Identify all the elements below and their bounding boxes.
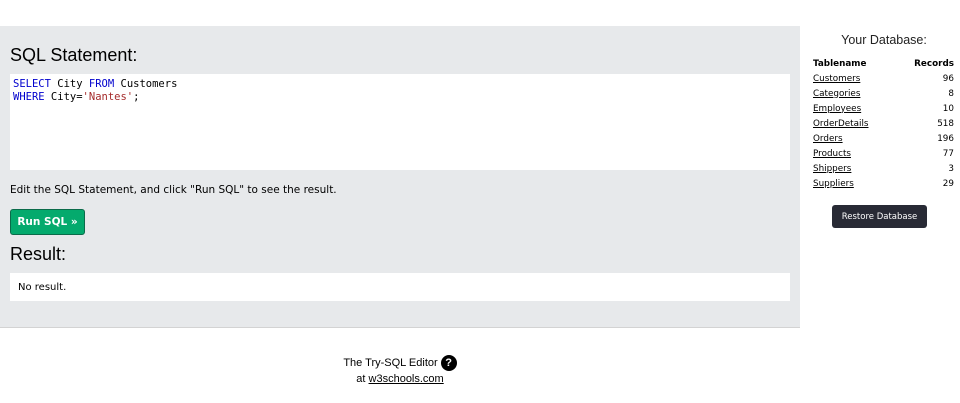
result-box: No result.: [10, 273, 790, 301]
table-row: Categories 8: [813, 86, 954, 101]
record-count: 96: [942, 73, 954, 84]
record-count: 196: [937, 133, 954, 144]
table-link-employees[interactable]: Employees: [813, 104, 861, 114]
footer-line: at w3schools.com: [0, 371, 800, 387]
table-link-categories[interactable]: Categories: [813, 89, 860, 99]
table-row: Customers 96: [813, 71, 954, 86]
sql-line-1: SELECT City FROM Customers: [13, 78, 177, 90]
table-row: Suppliers 29: [813, 176, 954, 191]
record-count: 29: [942, 178, 954, 189]
sql-keyword: SELECT: [13, 78, 51, 90]
sql-keyword: WHERE: [13, 91, 45, 103]
sql-statement-title: SQL Statement:: [10, 45, 138, 65]
sql-text: City=: [44, 91, 83, 103]
result-title: Result:: [10, 244, 67, 264]
restore-database-button[interactable]: Restore Database: [832, 205, 927, 228]
table-row: Products 77: [813, 146, 954, 161]
footer-line: The Try-SQL Editor ?: [0, 355, 800, 371]
sql-text: Customers: [114, 78, 178, 90]
result-text: No result.: [18, 281, 67, 293]
instruction-text: Edit the SQL Statement, and click "Run S…: [10, 184, 337, 196]
sql-text: ;: [133, 91, 140, 103]
help-icon[interactable]: ?: [440, 355, 457, 371]
database-table: Tablename Records Customers 96 Categorie…: [813, 56, 954, 191]
table-row: Orders 196: [813, 131, 954, 146]
database-sidebar: Your Database: Tablename Records Custome…: [808, 26, 954, 228]
sidebar-title: Your Database:: [841, 33, 927, 47]
table-link-orderdetails[interactable]: OrderDetails: [813, 119, 869, 129]
record-count: 518: [937, 118, 954, 129]
record-count: 3: [948, 163, 954, 174]
table-link-suppliers[interactable]: Suppliers: [813, 179, 854, 189]
table-link-products[interactable]: Products: [813, 149, 851, 159]
sql-keyword: FROM: [88, 78, 115, 90]
record-count: 77: [942, 148, 954, 159]
table-link-orders[interactable]: Orders: [813, 134, 843, 144]
footer-editor-text: The Try-SQL Editor: [343, 357, 438, 369]
table-link-customers[interactable]: Customers: [813, 74, 860, 84]
column-header-tablename: Tablename: [813, 58, 867, 69]
table-link-shippers[interactable]: Shippers: [813, 164, 851, 174]
record-count: 10: [942, 103, 954, 114]
page: SQL Statement: SELECT City FROM Customer…: [0, 0, 960, 403]
w3schools-link[interactable]: w3schools.com: [369, 373, 444, 385]
record-count: 8: [948, 88, 954, 99]
sql-text: City: [50, 78, 89, 90]
sql-line-2: WHERE City='Nantes';: [13, 91, 139, 103]
table-row: Shippers 3: [813, 161, 954, 176]
main-panel: SQL Statement: SELECT City FROM Customer…: [0, 26, 800, 328]
column-header-records: Records: [914, 58, 954, 69]
run-sql-button[interactable]: Run SQL »: [10, 209, 85, 235]
footer: The Try-SQL Editor ? at w3schools.com: [0, 355, 800, 387]
sql-editor[interactable]: SELECT City FROM Customers WHERE City='N…: [10, 74, 790, 170]
sql-string: 'Nantes': [82, 91, 134, 103]
footer-at-text: at: [356, 373, 369, 385]
table-header-row: Tablename Records: [813, 56, 954, 71]
table-row: Employees 10: [813, 101, 954, 116]
table-row: OrderDetails 518: [813, 116, 954, 131]
